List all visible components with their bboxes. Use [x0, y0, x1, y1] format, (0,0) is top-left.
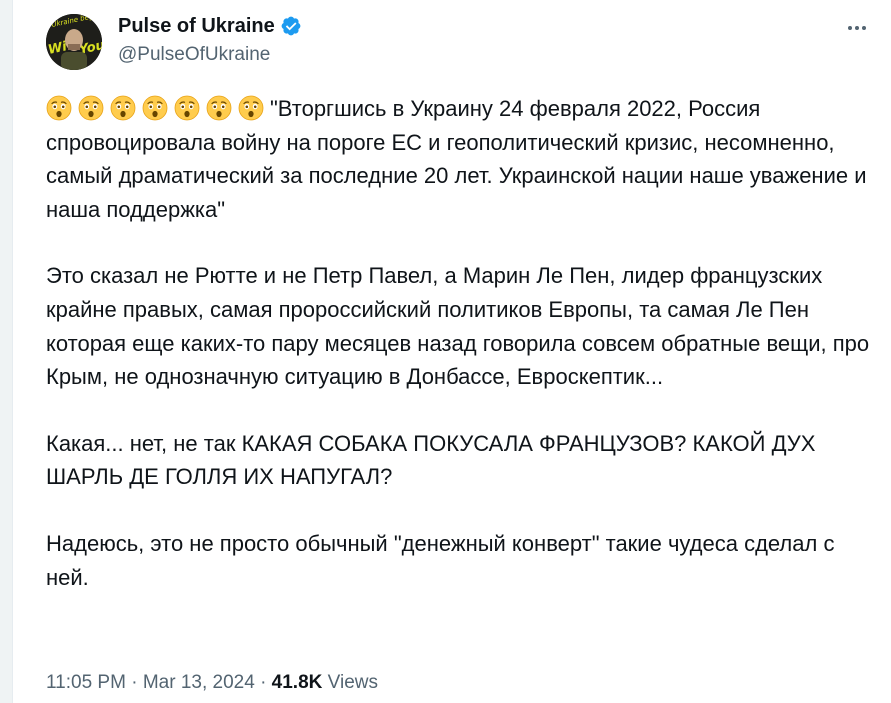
astonished-face-emoji: [110, 95, 136, 121]
avatar-image: Ukraine begins With You: [46, 14, 102, 70]
meta-separator: ·: [131, 672, 138, 693]
author-handle[interactable]: @PulseOfUkraine: [118, 44, 302, 66]
tweet-paragraph-4: Надеюсь, это не просто обычный "денежный…: [46, 530, 835, 590]
tweet-paragraph-3: Какая... нет, не так КАКАЯ СОБАКА ПОКУСА…: [46, 430, 816, 490]
avatar[interactable]: Ukraine begins With You: [46, 14, 102, 70]
astonished-face-emoji: [78, 95, 104, 121]
tweet-timestamp[interactable]: 11:05 PM · Mar 13, 2024: [46, 672, 255, 693]
meta-separator-2: ·: [260, 672, 267, 693]
tweet-date: Mar 13, 2024: [142, 672, 255, 693]
astonished-face-emoji: [46, 95, 72, 121]
author-display-name[interactable]: Pulse of Ukraine: [118, 15, 275, 38]
tweet-paragraph-1: "Вторгшись в Украину 24 февраля 2022, Ро…: [46, 95, 867, 222]
astonished-face-emoji: [142, 95, 168, 121]
tweet-card: Ukraine begins With You Pulse of Ukraine…: [46, 10, 876, 594]
astonished-face-emoji: [206, 95, 232, 121]
tweet-text: "Вторгшись в Украину 24 февраля 2022, Ро…: [46, 92, 876, 594]
views-label: Views: [327, 672, 378, 693]
views-link[interactable]: 41.8K Views: [272, 672, 378, 693]
astonished-face-emoji: [174, 95, 200, 121]
emoji-row: [46, 95, 270, 121]
views-count: 41.8K: [271, 672, 323, 693]
tweet-time: 11:05 PM: [46, 672, 126, 693]
tweet-header: Ukraine begins With You Pulse of Ukraine…: [46, 10, 876, 74]
tweet-paragraph-2: Это сказал не Рютте и не Петр Павел, а М…: [46, 263, 870, 390]
more-options-button[interactable]: [842, 16, 872, 40]
left-rail: [0, 0, 13, 703]
verified-badge-icon: [281, 16, 301, 36]
author-names: Pulse of Ukraine @PulseOfUkraine: [118, 14, 302, 66]
tweet-meta: 11:05 PM · Mar 13, 2024 · 41.8K Views: [46, 672, 378, 694]
astonished-face-emoji: [238, 95, 264, 121]
more-horizontal-icon: [848, 26, 852, 30]
